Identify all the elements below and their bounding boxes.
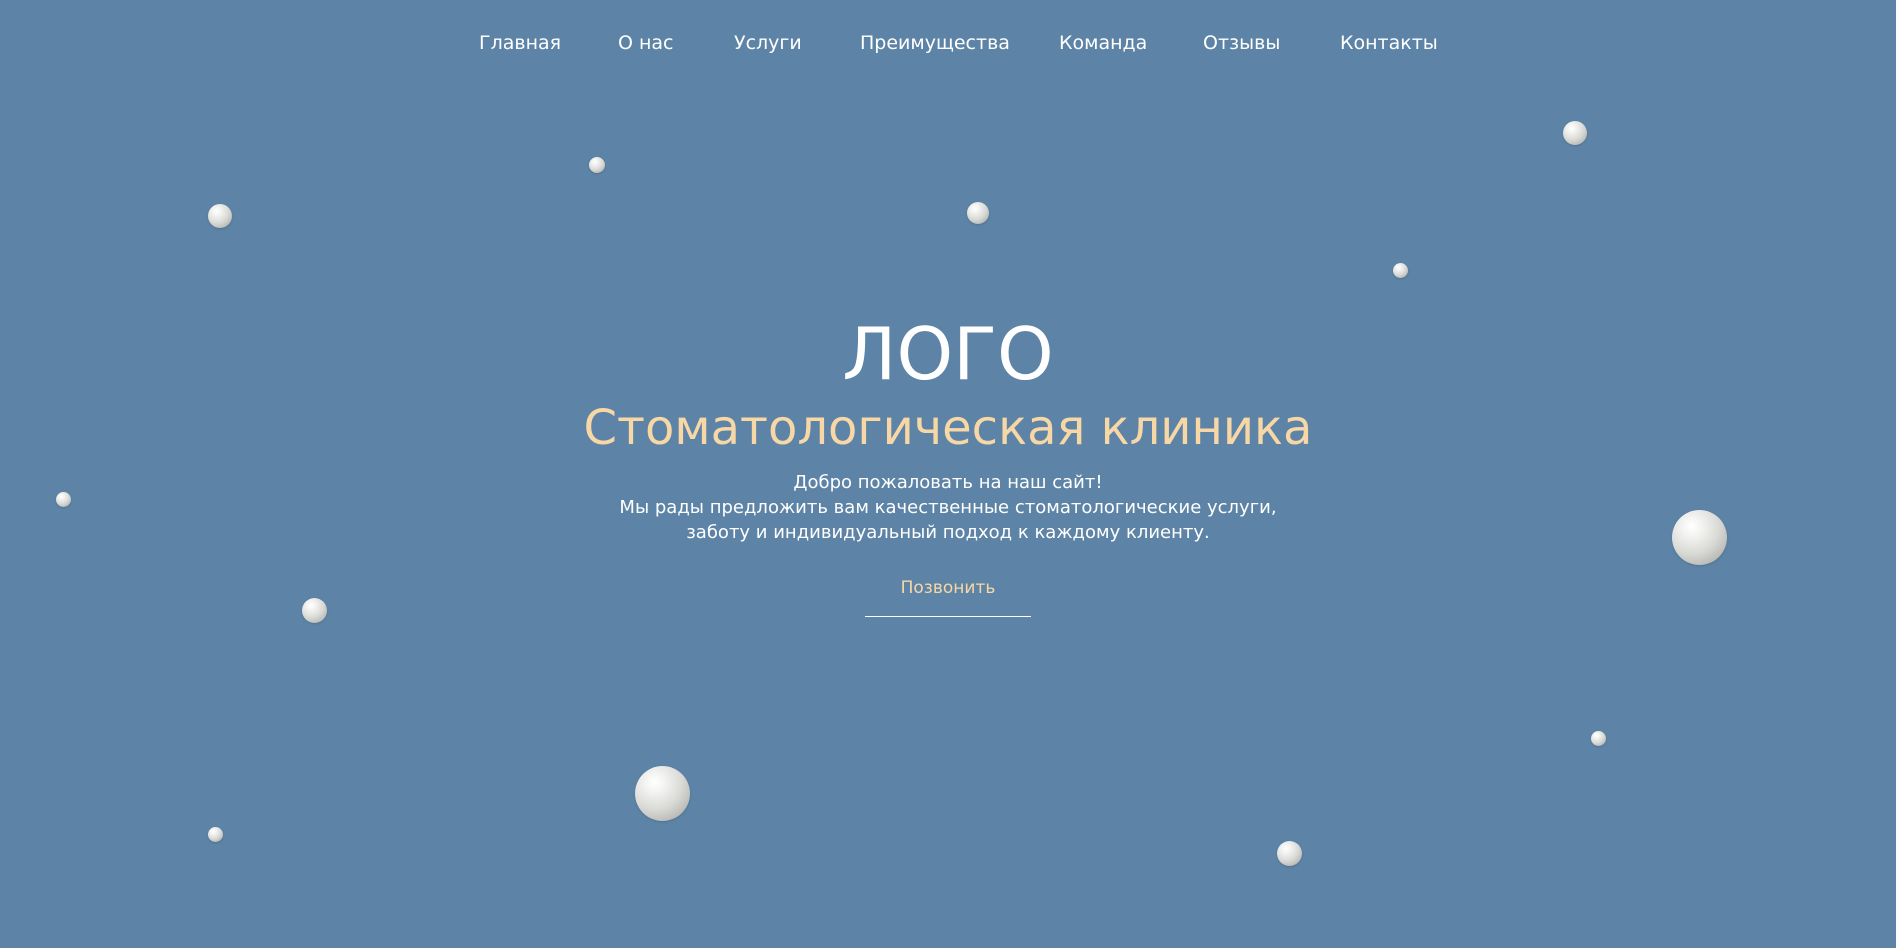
- nav-item-reviews[interactable]: Отзывы: [1203, 28, 1280, 58]
- welcome-description: Мы рады предложить вам качественные стом…: [619, 497, 1277, 543]
- welcome-heading: Добро пожаловать на наш сайт!: [793, 472, 1103, 493]
- hero-section: ЛОГО Стоматологическая клиника Добро пож…: [0, 310, 1896, 617]
- pearl-icon: [589, 157, 605, 173]
- nav-item-team[interactable]: Команда: [1059, 28, 1147, 58]
- nav-item-home[interactable]: Главная: [479, 28, 561, 58]
- pearl-icon: [302, 598, 327, 623]
- pearl-icon: [56, 492, 71, 507]
- nav-item-advantages[interactable]: Преимущества: [860, 28, 1010, 58]
- pearl-icon: [1672, 510, 1727, 565]
- clinic-subtitle: Стоматологическая клиника: [583, 400, 1313, 456]
- welcome-text: Добро пожаловать на наш сайт! Мы рады пр…: [598, 470, 1298, 545]
- pearl-icon: [1277, 841, 1302, 866]
- pearl-icon: [208, 827, 223, 842]
- nav-item-about[interactable]: О нас: [618, 28, 674, 58]
- pearl-icon: [635, 766, 690, 821]
- pearl-icon: [208, 204, 232, 228]
- top-navigation: Главная О нас Услуги Преимущества Команд…: [0, 28, 1896, 58]
- pearl-icon: [1393, 263, 1408, 278]
- logo: ЛОГО: [842, 312, 1054, 396]
- nav-item-contacts[interactable]: Контакты: [1340, 28, 1438, 58]
- nav-item-services[interactable]: Услуги: [734, 28, 802, 58]
- pearl-icon: [967, 202, 989, 224]
- pearl-icon: [1591, 731, 1606, 746]
- call-button[interactable]: Позвонить: [865, 570, 1031, 617]
- pearl-icon: [1563, 121, 1587, 145]
